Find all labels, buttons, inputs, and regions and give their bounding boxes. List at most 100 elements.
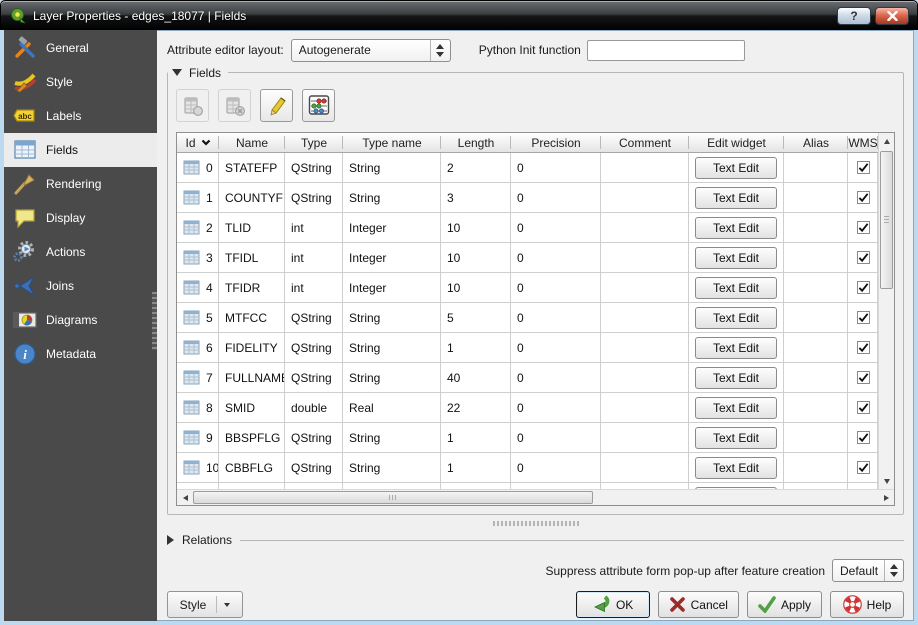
cell-type: QString: [285, 153, 343, 182]
scroll-left-arrow[interactable]: [177, 490, 193, 506]
wms-checkbox[interactable]: [857, 161, 870, 174]
help-button[interactable]: Help: [830, 591, 904, 618]
cell-type: QString: [285, 303, 343, 332]
table-row[interactable]: 6FIDELITYQStringString10Text Edit: [177, 333, 878, 363]
table-row[interactable]: 1COUNTYFPQStringString30Text Edit: [177, 183, 878, 213]
column-header-edit-widget[interactable]: Edit widget: [689, 133, 784, 152]
field-row-icon: [183, 310, 200, 325]
table-row[interactable]: 4TFIDRintInteger100Text Edit: [177, 273, 878, 303]
scroll-down-arrow[interactable]: [879, 473, 895, 489]
sidebar-item-label: Actions: [46, 245, 85, 259]
column-header-comment[interactable]: Comment: [601, 133, 689, 152]
cell-edit-widget: Text Edit: [689, 303, 784, 332]
section-splitter-handle[interactable]: [493, 521, 579, 526]
cancel-button[interactable]: Cancel: [658, 591, 739, 618]
column-header-id[interactable]: Id: [177, 133, 219, 152]
sidebar-item-metadata[interactable]: i Metadata: [4, 337, 157, 371]
vertical-scrollbar[interactable]: [878, 133, 894, 489]
cell-name: STATEFP: [219, 153, 285, 182]
window-help-button[interactable]: ?: [837, 7, 871, 25]
svg-text:i: i: [23, 347, 27, 362]
edit-widget-button[interactable]: Text Edit: [695, 187, 777, 209]
new-column-button: [176, 89, 209, 122]
cell-comment: [601, 363, 689, 392]
wms-checkbox[interactable]: [857, 431, 870, 444]
column-header-wms[interactable]: WMS: [848, 133, 878, 152]
sidebar-item-actions[interactable]: Actions: [4, 235, 157, 269]
cell-precision: 0: [511, 183, 601, 212]
wms-checkbox[interactable]: [857, 191, 870, 204]
style-menu-button[interactable]: Style: [167, 591, 243, 618]
scroll-up-arrow[interactable]: [879, 133, 895, 149]
fields-group-header[interactable]: Fields: [168, 65, 228, 80]
edit-widget-button[interactable]: Text Edit: [695, 157, 777, 179]
cell-alias: [784, 363, 848, 392]
table-row[interactable]: 9BBSPFLGQStringString10Text Edit: [177, 423, 878, 453]
apply-button[interactable]: Apply: [747, 591, 822, 618]
python-init-input[interactable]: [587, 40, 745, 61]
cell-precision: 0: [511, 273, 601, 302]
sidebar-item-rendering[interactable]: Rendering: [4, 167, 157, 201]
edit-widget-button[interactable]: Text Edit: [695, 457, 777, 479]
wms-checkbox[interactable]: [857, 311, 870, 324]
cell-name: TFIDR: [219, 273, 285, 302]
relations-group-header[interactable]: Relations: [167, 530, 904, 550]
column-header-name[interactable]: Name: [219, 133, 285, 152]
vertical-scroll-thumb[interactable]: [880, 151, 893, 289]
table-row[interactable]: 0STATEFPQStringString20Text Edit: [177, 153, 878, 183]
column-header-alias[interactable]: Alias: [784, 133, 848, 152]
table-row[interactable]: 2TLIDintInteger100Text Edit: [177, 213, 878, 243]
column-header-type-name[interactable]: Type name: [343, 133, 441, 152]
dialog-buttons: OK Cancel Apply: [576, 591, 904, 618]
wms-checkbox[interactable]: [857, 371, 870, 384]
wms-checkbox[interactable]: [857, 401, 870, 414]
column-header-type[interactable]: Type: [285, 133, 343, 152]
wms-checkbox[interactable]: [857, 221, 870, 234]
wms-checkbox[interactable]: [857, 341, 870, 354]
edit-widget-button[interactable]: Text Edit: [695, 307, 777, 329]
sidebar-item-general[interactable]: General: [4, 31, 157, 65]
toggle-editing-button[interactable]: [260, 89, 293, 122]
cell-length: 10: [441, 273, 511, 302]
sidebar-item-display[interactable]: Display: [4, 201, 157, 235]
cell-length: 2: [441, 153, 511, 182]
cell-alias: [784, 423, 848, 452]
table-row[interactable]: 5MTFCCQStringString50Text Edit: [177, 303, 878, 333]
field-calculator-button[interactable]: [302, 89, 335, 122]
suppress-popup-combo[interactable]: Default: [832, 559, 904, 582]
edit-widget-button[interactable]: Text Edit: [695, 337, 777, 359]
sidebar-item-joins[interactable]: Joins: [4, 269, 157, 303]
window-close-button[interactable]: [875, 7, 909, 25]
table-row[interactable]: 3TFIDLintInteger100Text Edit: [177, 243, 878, 273]
edit-widget-button[interactable]: Text Edit: [695, 367, 777, 389]
edit-widget-button[interactable]: Text Edit: [695, 397, 777, 419]
edit-widget-button[interactable]: Text Edit: [695, 217, 777, 239]
cell-length: 22: [441, 393, 511, 422]
edit-widget-button[interactable]: Text Edit: [695, 427, 777, 449]
sidebar-item-style[interactable]: Style: [4, 65, 157, 99]
attribute-editor-layout-combo[interactable]: Autogenerate: [291, 39, 451, 62]
cell-alias: [784, 153, 848, 182]
horizontal-scrollbar[interactable]: [177, 489, 894, 505]
column-header-precision[interactable]: Precision: [511, 133, 601, 152]
edit-widget-button[interactable]: Text Edit: [695, 247, 777, 269]
table-row[interactable]: 7FULLNAMEQStringString400Text Edit: [177, 363, 878, 393]
table-row[interactable]: 8SMIDdoubleReal220Text Edit: [177, 393, 878, 423]
cell-precision: 0: [511, 333, 601, 362]
scroll-right-arrow[interactable]: [878, 490, 894, 506]
column-header-length[interactable]: Length: [441, 133, 511, 152]
field-row-icon: [183, 160, 200, 175]
wms-checkbox[interactable]: [857, 281, 870, 294]
sidebar-item-diagrams[interactable]: Diagrams: [4, 303, 157, 337]
wms-checkbox[interactable]: [857, 461, 870, 474]
suppress-row: Suppress attribute form pop-up after fea…: [167, 559, 904, 582]
horizontal-scroll-thumb[interactable]: [193, 491, 593, 504]
cell-alias: [784, 273, 848, 302]
table-row[interactable]: 10CBBFLGQStringString10Text Edit: [177, 453, 878, 483]
cell-precision: 0: [511, 363, 601, 392]
edit-widget-button[interactable]: Text Edit: [695, 277, 777, 299]
sidebar-item-fields[interactable]: Fields: [4, 133, 157, 167]
sidebar-item-labels[interactable]: abc Labels: [4, 99, 157, 133]
wms-checkbox[interactable]: [857, 251, 870, 264]
ok-button[interactable]: OK: [576, 591, 650, 618]
